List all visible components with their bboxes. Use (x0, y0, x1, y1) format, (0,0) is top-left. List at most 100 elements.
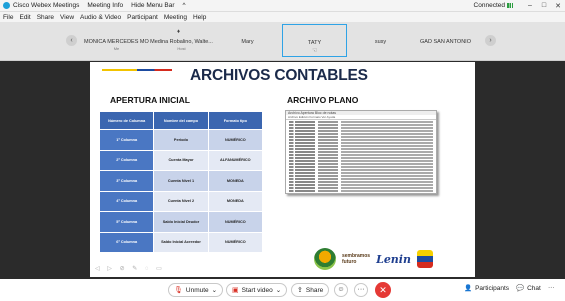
signal-icon (507, 3, 513, 8)
chat-button[interactable]: 💬 Chat (516, 284, 541, 293)
menu-file[interactable]: File (3, 14, 13, 21)
menu-edit[interactable]: Edit (19, 14, 30, 21)
cursor-hand-icon: ☜ (312, 48, 318, 54)
participant-name: Mary (241, 39, 254, 45)
table-cell: Cuenta Mayor (153, 149, 209, 171)
table-header-row: Número de Columna Nombre del campo Forma… (98, 111, 264, 130)
notepad-line (289, 165, 433, 168)
microphone-muted-icon: 🎙 (174, 287, 183, 294)
participants-button[interactable]: 👤 Participants (464, 284, 509, 293)
table-cell: 3ª Columna (98, 170, 155, 192)
table-row: 1ª Columna Periodo NUMÉRICO (98, 129, 264, 151)
lenin-logo: Lenin (376, 252, 411, 266)
table-row: 4ª Columna Cuenta Nivel 2 MONEDA (98, 190, 264, 212)
title-bar: Cisco Webex Meetings Meeting Info Hide M… (0, 0, 565, 12)
menu-help[interactable]: Help (193, 14, 206, 21)
participant-name: MONICA MERCEDES MO... (84, 39, 149, 45)
notepad-line (289, 150, 433, 154)
table-cell: 6ª Columna (98, 231, 155, 253)
notepad-line (289, 177, 433, 180)
participant-name: susy (374, 39, 387, 45)
chevron-down-icon: ⌄ (211, 287, 218, 294)
notepad-text-lines (286, 120, 436, 193)
end-meeting-button[interactable]: ✕ (375, 282, 391, 298)
hide-menu-bar-button[interactable]: Hide Menu Bar (131, 2, 174, 9)
participant-thumbnail[interactable]: Mary (215, 24, 280, 57)
notepad-line (289, 156, 433, 159)
archivo-plano-heading: ARCHIVO PLANO (287, 95, 359, 105)
notepad-line (289, 147, 433, 151)
table-row: 2ª Columna Cuenta Mayor ALFANUMÉRICO (98, 149, 264, 171)
menu-bar: File Edit Share View Audio & Video Parti… (0, 12, 565, 22)
table-row: 6ª Columna Saldo Inicial Acreedor NUMÉRI… (98, 231, 264, 253)
notepad-line (289, 153, 433, 157)
meeting-info-button[interactable]: Meeting Info (87, 2, 123, 9)
table-cell: MONEDA (207, 190, 264, 212)
minimize-button[interactable]: – (523, 2, 537, 9)
participant-thumbnail-active[interactable]: TATY ☜ (282, 24, 347, 57)
participant-thumbnail[interactable]: susy (348, 24, 413, 57)
shared-slide: ARCHIVOS CONTABLES APERTURA INICIAL ARCH… (90, 62, 475, 277)
notepad-line (289, 123, 433, 127)
emoji-reaction-icon[interactable]: ☺ (334, 283, 348, 297)
menu-view[interactable]: View (60, 14, 74, 21)
participant-thumbnail[interactable]: MONICA MERCEDES MO... Me (84, 24, 149, 57)
table-row: 3ª Columna Cuenta Nivel 1 MONEDA (98, 170, 264, 192)
table-cell: 4ª Columna (98, 190, 155, 212)
video-off-icon: ▣ (232, 287, 239, 294)
menu-share[interactable]: Share (37, 14, 54, 21)
unmute-button[interactable]: 🎙 Unmute ⌄ (168, 283, 224, 297)
webex-logo-icon (3, 2, 10, 9)
table-cell: NUMÉRICO (207, 211, 264, 233)
participant-thumbnail[interactable]: GAD SAN ANTONIO (413, 24, 478, 57)
more-options-button[interactable]: ··· (354, 283, 368, 297)
menu-audio-video[interactable]: Audio & Video (80, 14, 121, 21)
table-cell: Saldo Inicial Deudor (153, 211, 209, 233)
connection-status[interactable]: Connected (474, 2, 513, 9)
notepad-line (289, 189, 433, 192)
slide-title: ARCHIVOS CONTABLES (190, 67, 368, 84)
table-cell: MONEDA (207, 170, 264, 192)
apertura-table: Número de Columna Nombre del campo Forma… (98, 111, 264, 253)
notepad-line (289, 159, 433, 162)
share-icon: ⇪ (297, 287, 303, 294)
table-cell: Cuenta Nivel 2 (153, 190, 209, 212)
slide-annotation-controls[interactable]: ◁ ▷ ⊘ ✎ ◌ ▭ (95, 265, 165, 272)
close-window-button[interactable]: ✕ (551, 2, 565, 10)
notepad-line (289, 183, 433, 186)
table-cell: 1ª Columna (98, 129, 155, 151)
maximize-button[interactable]: □ (537, 2, 551, 9)
notepad-line (289, 126, 433, 130)
share-button[interactable]: ⇪ Share (291, 283, 330, 297)
participant-thumbnail[interactable]: ♦ Medina Robalino, Walte... Host (149, 24, 214, 57)
start-video-button[interactable]: ▣ Start video ⌄ (226, 283, 288, 297)
table-header: Nombre del campo (153, 111, 209, 130)
table-header: Formato tipo (207, 111, 264, 130)
notepad-line (289, 171, 433, 174)
chevron-up-icon[interactable]: ^ (183, 2, 186, 9)
notepad-line (289, 135, 433, 139)
menu-participant[interactable]: Participant (127, 14, 158, 21)
notepad-line (289, 129, 433, 133)
strip-next-button[interactable]: › (485, 35, 496, 46)
notepad-line (289, 144, 433, 148)
app-title: Cisco Webex Meetings (13, 2, 80, 9)
table-cell: 2ª Columna (98, 149, 155, 171)
notepad-line (289, 180, 433, 183)
microphone-icon: ♦ (177, 29, 181, 35)
sembramos-logo-icon (314, 248, 336, 270)
strip-prev-button[interactable]: ‹ (66, 35, 77, 46)
notepad-line (289, 138, 433, 142)
notepad-line (289, 132, 433, 136)
table-cell: Periodo (153, 129, 209, 151)
archivo-plano-screenshot: Archivo Apertura Bloc de notas Archivo E… (285, 110, 437, 194)
participants-icon: 👤 (464, 285, 473, 292)
participant-role: Me (113, 46, 120, 51)
participant-name: Medina Robalino, Walte... (150, 39, 213, 45)
flag-stripe (102, 69, 172, 71)
more-right-button[interactable]: ··· (548, 284, 555, 291)
table-cell: Cuenta Nivel 1 (153, 170, 209, 192)
menu-meeting[interactable]: Meeting (164, 14, 187, 21)
participant-name: GAD SAN ANTONIO (420, 39, 471, 45)
table-cell: NUMÉRICO (207, 129, 264, 151)
